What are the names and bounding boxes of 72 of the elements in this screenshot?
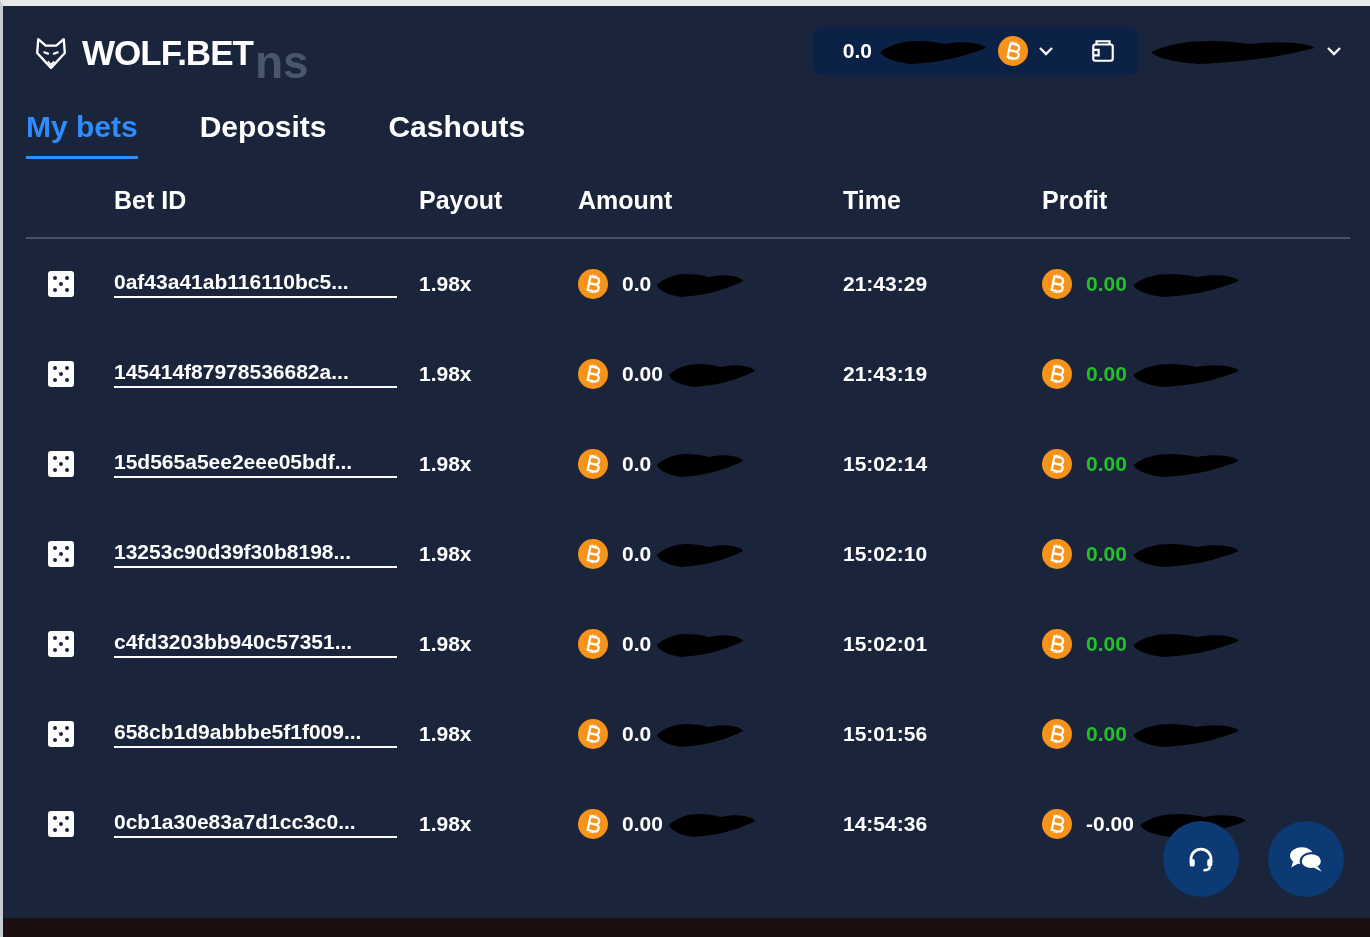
payout-value: 1.98x — [419, 362, 473, 386]
tab[interactable]: Deposits — [199, 110, 327, 159]
amount-value: 0.0 — [622, 452, 652, 476]
chevron-down-icon — [1038, 46, 1054, 56]
bitcoin-icon — [1042, 629, 1072, 659]
dice-icon — [48, 271, 74, 297]
bitcoin-icon — [1042, 539, 1072, 569]
profit-value: 0.00 — [1086, 452, 1127, 476]
dice-icon — [48, 721, 74, 747]
bitcoin-icon — [1042, 359, 1072, 389]
bitcoin-icon — [578, 539, 608, 569]
bitcoin-icon — [578, 449, 608, 479]
dice-icon — [48, 811, 74, 837]
payout-value: 1.98x — [419, 452, 473, 476]
bet-id-link[interactable]: 658cb1d9abbbe5f1f009... — [114, 720, 397, 748]
amount-value: 0.00 — [622, 812, 663, 836]
amount-value: 0.0 — [622, 272, 652, 296]
bitcoin-icon — [1042, 809, 1072, 839]
time-value: 21:43:29 — [843, 272, 929, 296]
bitcoin-icon — [578, 269, 608, 299]
profit-value: 0.00 — [1086, 722, 1127, 746]
profit-value: 0.00 — [1086, 362, 1127, 386]
time-value: 15:02:10 — [843, 542, 929, 566]
bitcoin-icon — [1042, 269, 1072, 299]
time-value: 15:02:14 — [843, 452, 929, 476]
payout-value: 1.98x — [419, 272, 473, 296]
profit-value: 0.00 — [1086, 272, 1127, 296]
profit-value: 0.00 — [1086, 632, 1127, 656]
time-value: 15:01:56 — [843, 722, 929, 746]
bet-id-link[interactable]: 145414f87978536682a... — [114, 360, 397, 388]
bitcoin-icon — [578, 629, 608, 659]
profit-value: 0.00 — [1086, 542, 1127, 566]
bitcoin-icon — [998, 36, 1028, 66]
profit-value: -0.00 — [1086, 812, 1134, 836]
dice-icon — [48, 631, 74, 657]
bitcoin-icon — [1042, 449, 1072, 479]
bitcoin-icon — [578, 719, 608, 749]
column-header: Bet ID — [114, 185, 188, 215]
bet-id-link[interactable]: 0af43a41ab116110bc5... — [114, 270, 397, 298]
wallet-icon[interactable] — [1090, 38, 1116, 64]
bet-id-link[interactable]: c4fd3203bb940c57351... — [114, 630, 397, 658]
payout-value: 1.98x — [419, 632, 473, 656]
amount-value: 0.0 — [622, 632, 652, 656]
time-value: 21:43:19 — [843, 362, 929, 386]
bitcoin-icon — [1042, 719, 1072, 749]
time-value: 15:02:01 — [843, 632, 929, 656]
tab[interactable]: My bets — [26, 110, 138, 159]
bitcoin-icon — [578, 359, 608, 389]
chat-bubbles-icon — [1289, 845, 1323, 873]
bitcoin-icon — [578, 809, 608, 839]
bet-id-link[interactable]: 13253c90d39f30b8198... — [114, 540, 397, 568]
amount-value: 0.0 — [622, 722, 652, 746]
column-header: Payout — [419, 185, 504, 215]
column-header: Time — [843, 185, 902, 215]
payout-value: 1.98x — [419, 722, 473, 746]
amount-value: 0.00 — [622, 362, 663, 386]
bet-id-link[interactable]: 0cb1a30e83a7d1cc3c0... — [114, 810, 397, 838]
logo-text: WOLF.BET — [82, 33, 253, 73]
bet-id-link[interactable]: 15d565a5ee2eee05bdf... — [114, 450, 397, 478]
column-header: Profit — [1042, 185, 1109, 215]
payout-value: 1.98x — [419, 812, 473, 836]
dice-icon — [48, 451, 74, 477]
payout-value: 1.98x — [419, 542, 473, 566]
dice-icon — [48, 541, 74, 567]
dice-icon — [48, 361, 74, 387]
balance-selector[interactable]: 0.0 — [812, 27, 1138, 75]
chevron-down-icon — [1326, 46, 1342, 56]
tab[interactable]: Cashouts — [388, 110, 526, 159]
column-header: Amount — [578, 185, 674, 215]
wolf-icon — [34, 36, 68, 70]
amount-value: 0.0 — [622, 542, 652, 566]
time-value: 14:54:36 — [843, 812, 929, 836]
